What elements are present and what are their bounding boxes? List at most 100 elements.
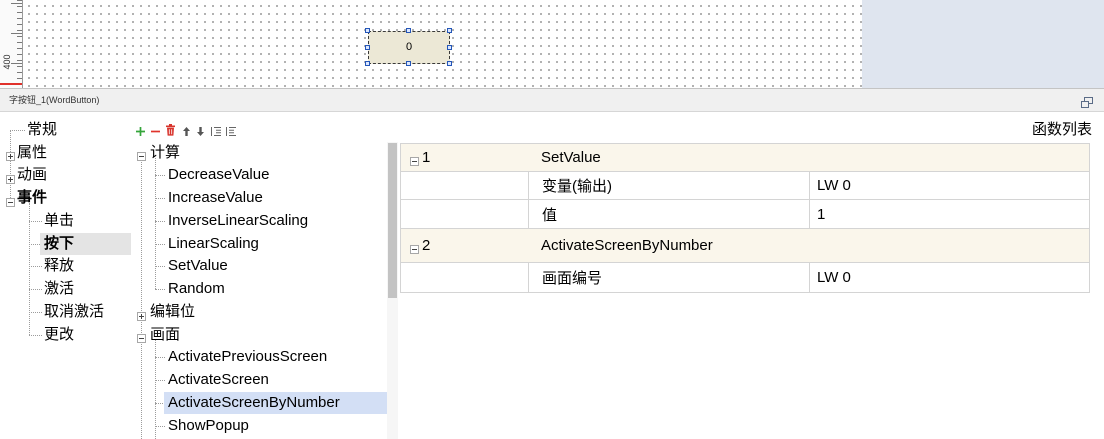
expand-icon[interactable] — [6, 171, 15, 184]
param-value[interactable]: LW 0 — [809, 172, 1089, 199]
tree-line — [29, 335, 42, 336]
tree-line — [141, 153, 142, 439]
function-group-calculation[interactable]: 计算 — [150, 142, 180, 164]
entry-index-cell[interactable]: 1 — [401, 144, 528, 171]
entry-index-cell[interactable]: 2 — [401, 229, 528, 262]
tree-line — [155, 175, 165, 176]
expand-icon[interactable] — [6, 148, 15, 161]
collapse-icon[interactable] — [410, 241, 419, 254]
function-entry-row[interactable]: 2 ActivateScreenByNumber — [401, 229, 1089, 263]
entry-index: 1 — [422, 149, 431, 166]
word-button-widget[interactable]: 0 — [365, 28, 452, 66]
properties-panel-header: 字按钮_1(WordButton) — [0, 89, 1104, 112]
tree-line — [155, 158, 156, 289]
tree-line — [155, 198, 165, 199]
tree-item-general[interactable]: 常规 — [27, 119, 57, 141]
collapse-icon[interactable] — [137, 330, 146, 343]
function-list-table: 1 SetValue 变量(输出) LW 0 值 1 2 ActivateScr… — [400, 143, 1090, 293]
function-item[interactable]: IncreaseValue — [168, 187, 263, 209]
function-group-screen[interactable]: 画面 — [150, 324, 180, 346]
tree-item-animation[interactable]: 动画 — [17, 164, 47, 186]
resize-handle-top[interactable] — [406, 28, 411, 33]
function-item[interactable]: ShowPopup — [168, 415, 249, 437]
add-icon[interactable] — [135, 124, 146, 142]
selected-object-title: 字按钮_1(WordButton) — [9, 95, 100, 105]
collapse-icon[interactable] — [137, 148, 146, 161]
tree-line — [155, 380, 165, 381]
tree-line — [155, 289, 165, 290]
function-item-selected[interactable]: ActivateScreenByNumber — [168, 392, 340, 414]
category-tree: 常规 属性 动画 事件 单击 按下 释放 激活 取消激活 更改 — [0, 112, 131, 439]
param-name: 画面编号 — [528, 263, 809, 292]
indent-icon[interactable] — [225, 124, 237, 142]
function-list-panel: 函数列表 1 SetValue 变量(输出) LW 0 值 1 2 Activa… — [399, 112, 1104, 439]
word-button-value: 0 — [405, 41, 413, 53]
function-item[interactable]: DecreaseValue — [168, 164, 269, 186]
resize-handle-bottom-left[interactable] — [365, 61, 370, 66]
resize-handle-left[interactable] — [365, 45, 370, 50]
tree-line — [155, 340, 156, 439]
tree-line — [10, 130, 11, 198]
tree-item-events[interactable]: 事件 — [17, 187, 47, 209]
function-item[interactable]: ActivateScreen — [168, 369, 269, 391]
collapse-icon[interactable] — [6, 194, 15, 207]
function-item[interactable]: SetValue — [168, 255, 228, 277]
scrollbar-thumb[interactable] — [388, 143, 397, 298]
ruler-major-ticks — [11, 3, 22, 88]
resize-handle-top-right[interactable] — [447, 28, 452, 33]
resize-handle-bottom[interactable] — [406, 61, 411, 66]
event-item-deactivate[interactable]: 取消激活 — [44, 301, 104, 323]
event-item-click[interactable]: 单击 — [44, 210, 74, 232]
resize-handle-top-left[interactable] — [365, 28, 370, 33]
resize-handle-right[interactable] — [447, 45, 452, 50]
param-spacer-cell — [401, 172, 528, 199]
param-row[interactable]: 变量(输出) LW 0 — [401, 172, 1089, 200]
event-item-change[interactable]: 更改 — [44, 324, 74, 346]
event-item-release[interactable]: 释放 — [44, 255, 74, 277]
expand-icon[interactable] — [137, 308, 146, 321]
entry-function-name: ActivateScreenByNumber — [541, 237, 713, 254]
function-item[interactable]: InverseLinearScaling — [168, 210, 308, 232]
ruler-position-marker — [0, 83, 22, 85]
param-row[interactable]: 值 1 — [401, 200, 1089, 229]
function-library: 计算 DecreaseValue IncreaseValue InverseLi… — [131, 112, 399, 439]
delete-icon[interactable] — [165, 123, 176, 141]
event-item-press[interactable]: 按下 — [44, 233, 74, 255]
tree-line — [10, 130, 25, 131]
remove-icon[interactable] — [150, 124, 161, 142]
tree-line — [155, 221, 165, 222]
function-group-bit-edit[interactable]: 编辑位 — [150, 301, 195, 323]
tree-line — [29, 312, 42, 313]
outdent-icon[interactable] — [210, 124, 222, 142]
param-row[interactable]: 画面编号 LW 0 — [401, 263, 1089, 293]
tree-line — [155, 266, 165, 267]
hmi-editor-window: 400 0 字按钮_1(WordButton) 常规 属性 动画 事件 单击 按… — [0, 0, 1104, 439]
design-canvas-grid[interactable]: 0 — [23, 0, 862, 88]
function-entry-row[interactable]: 1 SetValue — [401, 144, 1089, 172]
tree-line — [29, 266, 42, 267]
move-up-icon[interactable] — [182, 124, 191, 142]
resize-handle-bottom-right[interactable] — [447, 61, 452, 66]
event-item-activate[interactable]: 激活 — [44, 278, 74, 300]
function-item[interactable]: LinearScaling — [168, 233, 259, 255]
screen-designer: 400 0 — [0, 0, 1104, 89]
collapse-icon[interactable] — [410, 153, 419, 166]
tree-line — [29, 221, 42, 222]
param-spacer-cell — [401, 263, 528, 292]
tree-line — [29, 289, 42, 290]
entry-index: 2 — [422, 237, 431, 254]
param-value[interactable]: LW 0 — [809, 263, 1089, 292]
tree-item-properties[interactable]: 属性 — [17, 142, 47, 164]
function-list-title: 函数列表 — [1031, 121, 1092, 138]
tree-line — [29, 203, 30, 335]
vertical-ruler: 400 — [0, 0, 23, 88]
tree-line — [155, 426, 165, 427]
function-item[interactable]: Random — [168, 278, 225, 300]
move-down-icon[interactable] — [196, 124, 205, 142]
param-name: 值 — [528, 200, 809, 228]
restore-window-icon[interactable] — [1081, 95, 1093, 108]
ruler-label: 400 — [2, 54, 12, 70]
entry-function-name: SetValue — [541, 149, 601, 166]
param-value[interactable]: 1 — [809, 200, 1089, 228]
function-item[interactable]: ActivatePreviousScreen — [168, 346, 327, 368]
